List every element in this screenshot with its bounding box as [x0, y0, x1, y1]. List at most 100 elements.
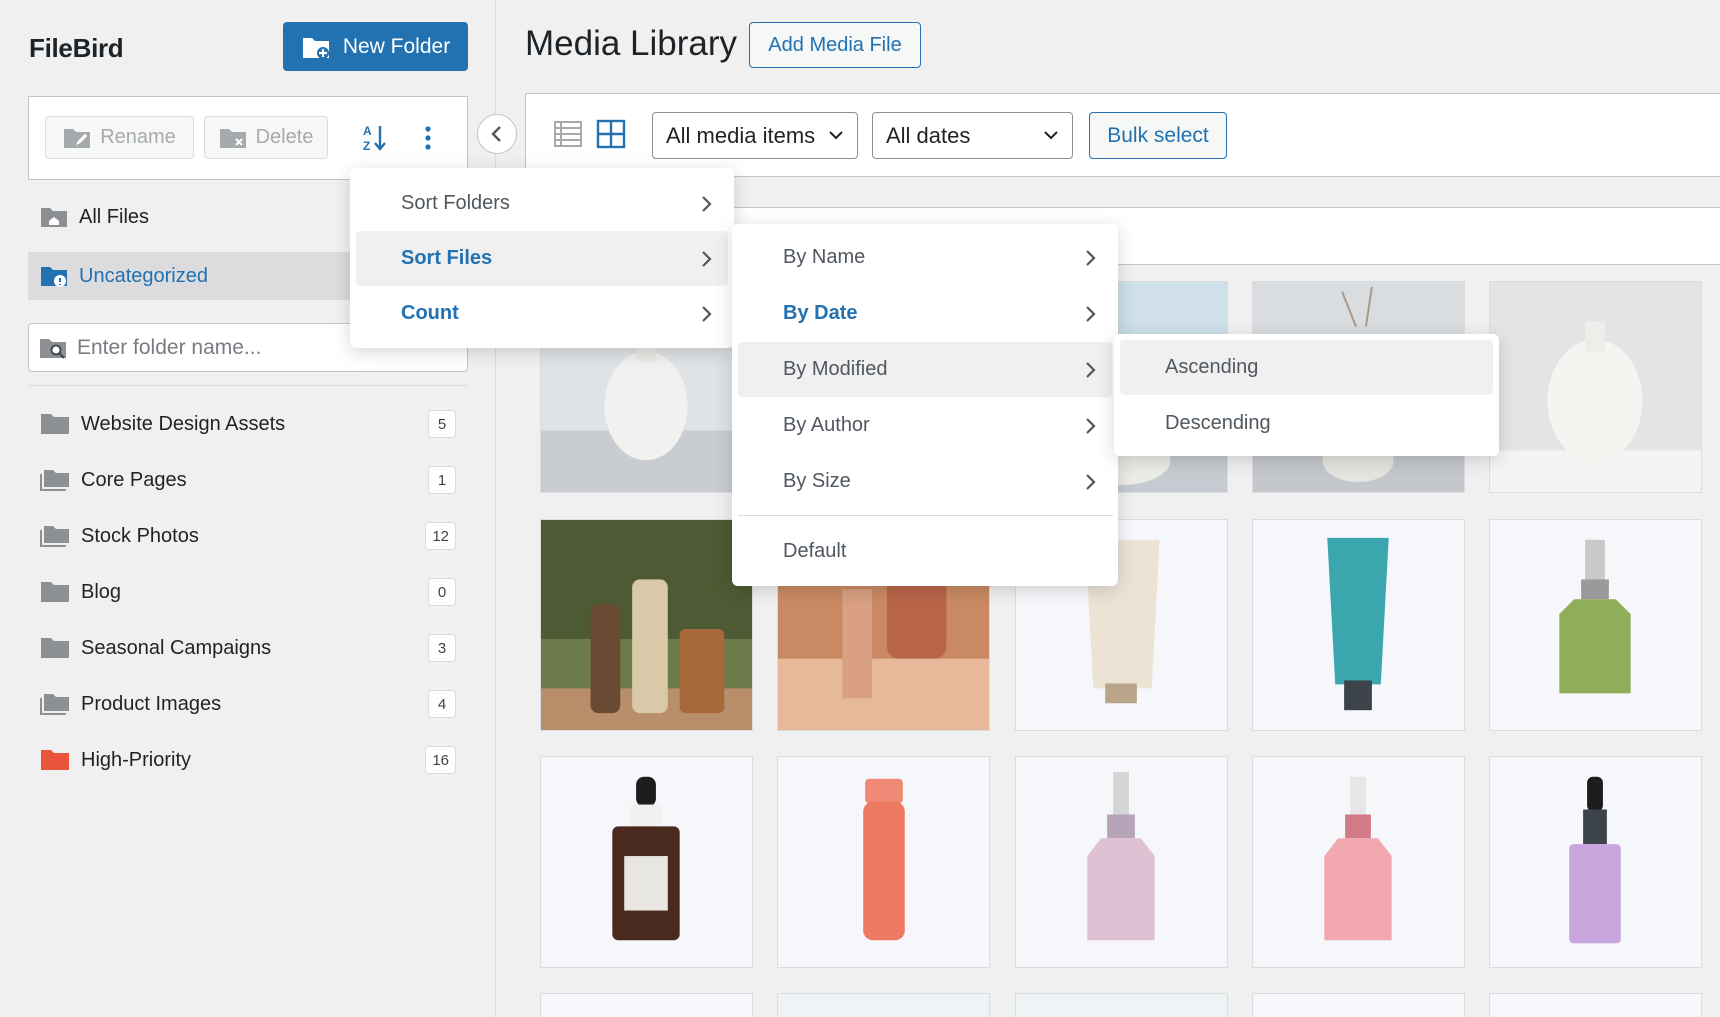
- folder-item[interactable]: High-Priority 16: [40, 740, 456, 780]
- add-media-button[interactable]: Add Media File: [749, 22, 921, 68]
- brand-title: FileBird: [29, 33, 124, 63]
- green-serum-bottle-image: [1490, 520, 1701, 730]
- folder-stack-icon: [40, 694, 69, 715]
- teal-tube-image: [1253, 520, 1464, 730]
- chevron-right-icon: [702, 251, 712, 267]
- cosmetic-bottles-plants-image: [541, 520, 752, 730]
- folder-count: 16: [425, 746, 456, 774]
- media-thumbnail[interactable]: [1489, 281, 1702, 493]
- menu-ascending-label: Ascending: [1165, 356, 1259, 378]
- date-filter-select[interactable]: All dates: [872, 112, 1073, 159]
- folder-icon: [41, 414, 69, 434]
- kebab-menu-icon: [424, 125, 431, 150]
- rename-button[interactable]: Rename: [45, 116, 194, 159]
- media-thumbnail[interactable]: [540, 519, 753, 731]
- sort-az-icon: A Z: [363, 124, 386, 153]
- chevron-down-icon: [1044, 131, 1058, 140]
- chevron-right-icon: [1086, 250, 1096, 266]
- svg-text:A: A: [363, 124, 372, 138]
- list-view-icon[interactable]: [552, 118, 584, 150]
- folder-high-priority-icon: [41, 750, 69, 770]
- dropper-bottle-image: [541, 757, 752, 967]
- nav-all-files-label: All Files: [79, 205, 150, 228]
- media-thumbnail[interactable]: [1252, 993, 1465, 1017]
- folder-count: 3: [428, 634, 456, 662]
- menu-count-label: Count: [401, 302, 459, 324]
- menu-default[interactable]: Default: [738, 524, 1112, 579]
- media-thumbnail[interactable]: [777, 756, 990, 968]
- filter-bar: All media items All dates Bulk select: [525, 93, 1720, 177]
- bulk-select-button[interactable]: Bulk select: [1089, 112, 1227, 159]
- menu-by-size[interactable]: By Size: [738, 454, 1112, 509]
- lavender-dropper-bottle-image: [1490, 757, 1701, 967]
- menu-ascending[interactable]: Ascending: [1120, 340, 1493, 395]
- chevron-down-icon: [829, 131, 843, 140]
- folder-icon: [41, 638, 69, 658]
- folder-label: Seasonal Campaigns: [81, 636, 272, 659]
- media-thumbnail[interactable]: [1489, 993, 1702, 1017]
- media-thumbnail[interactable]: [1489, 756, 1702, 968]
- menu-default-label: Default: [783, 540, 847, 562]
- media-thumbnail[interactable]: [540, 756, 753, 968]
- menu-sort-files[interactable]: Sort Files: [356, 231, 728, 286]
- menu-by-modified[interactable]: By Modified: [738, 342, 1112, 397]
- folder-count: 12: [425, 522, 456, 550]
- folder-home-icon: [41, 208, 67, 227]
- folder-stack-icon: [40, 526, 69, 547]
- folder-count: 5: [428, 410, 456, 438]
- folder-count: 4: [428, 690, 456, 718]
- media-thumbnail[interactable]: [1015, 756, 1228, 968]
- folder-item[interactable]: Product Images 4: [40, 684, 456, 724]
- media-thumbnail[interactable]: [540, 993, 753, 1017]
- delete-label: Delete: [255, 126, 314, 148]
- menu-sort-folders[interactable]: Sort Folders: [356, 176, 728, 231]
- media-type-select[interactable]: All media items: [652, 112, 858, 159]
- folder-item[interactable]: Website Design Assets 5: [40, 404, 456, 444]
- menu-by-author-label: By Author: [783, 414, 870, 436]
- menu-by-name-label: By Name: [783, 246, 866, 268]
- coral-bottle-image: [778, 757, 989, 967]
- menu-by-size-label: By Size: [783, 470, 851, 492]
- media-thumbnail[interactable]: [1489, 519, 1702, 731]
- menu-by-author[interactable]: By Author: [738, 398, 1112, 453]
- folder-count: 1: [428, 466, 456, 494]
- chevron-right-icon: [1086, 418, 1096, 434]
- collapse-sidebar-button[interactable]: [477, 114, 517, 154]
- menu-sort-folders-label: Sort Folders: [401, 192, 510, 214]
- media-thumbnail[interactable]: [1252, 519, 1465, 731]
- folder-label: Stock Photos: [81, 524, 199, 547]
- media-thumbnail[interactable]: [1252, 756, 1465, 968]
- sort-button[interactable]: A Z: [352, 116, 397, 159]
- folder-item[interactable]: Core Pages 1: [40, 460, 456, 500]
- menu-count[interactable]: Count: [356, 286, 728, 341]
- folder-delete-icon: [219, 128, 246, 148]
- menu-divider: [738, 515, 1112, 516]
- more-options-button[interactable]: [405, 116, 450, 159]
- folder-label: Blog: [81, 580, 122, 603]
- menu-descending[interactable]: Descending: [1120, 396, 1493, 451]
- folder-search-icon: [40, 338, 66, 359]
- grid-view-icon[interactable]: [595, 118, 627, 150]
- folder-edit-icon: [64, 128, 91, 148]
- folder-item[interactable]: Blog 0: [40, 572, 456, 612]
- sort-files-submenu: By Name By Date By Modified By Author By…: [732, 224, 1118, 586]
- new-folder-button[interactable]: New Folder: [283, 22, 468, 71]
- folder-item[interactable]: Stock Photos 12: [40, 516, 456, 556]
- menu-by-name[interactable]: By Name: [738, 230, 1112, 285]
- delete-button[interactable]: Delete: [204, 116, 328, 159]
- menu-by-date[interactable]: By Date: [738, 286, 1112, 341]
- folder-label: Website Design Assets: [81, 412, 286, 435]
- pink-serum-bottle-image: [1016, 757, 1227, 967]
- folder-item[interactable]: Seasonal Campaigns 3: [40, 628, 456, 668]
- nav-uncategorized-label: Uncategorized: [79, 264, 208, 287]
- folder-label: Product Images: [81, 692, 222, 715]
- page-title: Media Library: [525, 24, 738, 63]
- chevron-right-icon: [1086, 306, 1096, 322]
- date-filter-value: All dates: [886, 122, 971, 148]
- media-thumbnail[interactable]: [1015, 993, 1228, 1017]
- chevron-right-icon: [1086, 362, 1096, 378]
- menu-descending-label: Descending: [1165, 412, 1271, 434]
- new-folder-label: New Folder: [342, 34, 451, 58]
- chevron-left-icon: [491, 126, 501, 142]
- media-thumbnail[interactable]: [777, 993, 990, 1017]
